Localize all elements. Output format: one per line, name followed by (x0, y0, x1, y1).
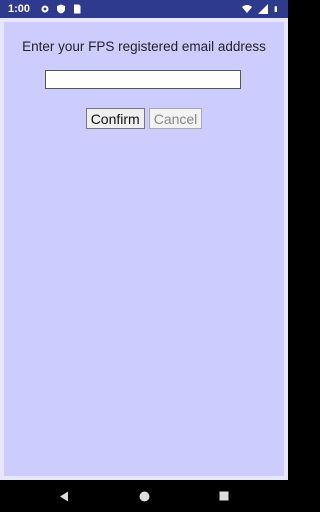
home-button[interactable] (104, 491, 184, 502)
back-icon (60, 491, 68, 501)
home-icon (139, 491, 149, 501)
email-prompt: Enter your FPS registered email address (22, 39, 266, 54)
cancel-button[interactable]: Cancel (148, 108, 203, 129)
app-content: Enter your FPS registered email address … (0, 18, 288, 480)
recents-button[interactable] (184, 491, 264, 501)
status-time: 1:00 (8, 3, 31, 15)
back-button[interactable] (24, 491, 104, 502)
shield-icon (57, 4, 66, 14)
gear-icon (41, 5, 49, 13)
navigation-bar (0, 480, 288, 512)
signal-icon (258, 4, 268, 14)
recents-icon (219, 491, 229, 501)
wifi-icon (242, 5, 252, 13)
email-input[interactable] (45, 70, 241, 89)
status-bar: 1:00 (0, 0, 288, 18)
sim-card-icon (74, 4, 81, 14)
email-form-panel: Enter your FPS registered email address … (4, 22, 284, 476)
button-row: Confirm Cancel (4, 108, 284, 129)
battery-icon (274, 6, 277, 12)
confirm-button[interactable]: Confirm (85, 108, 145, 129)
